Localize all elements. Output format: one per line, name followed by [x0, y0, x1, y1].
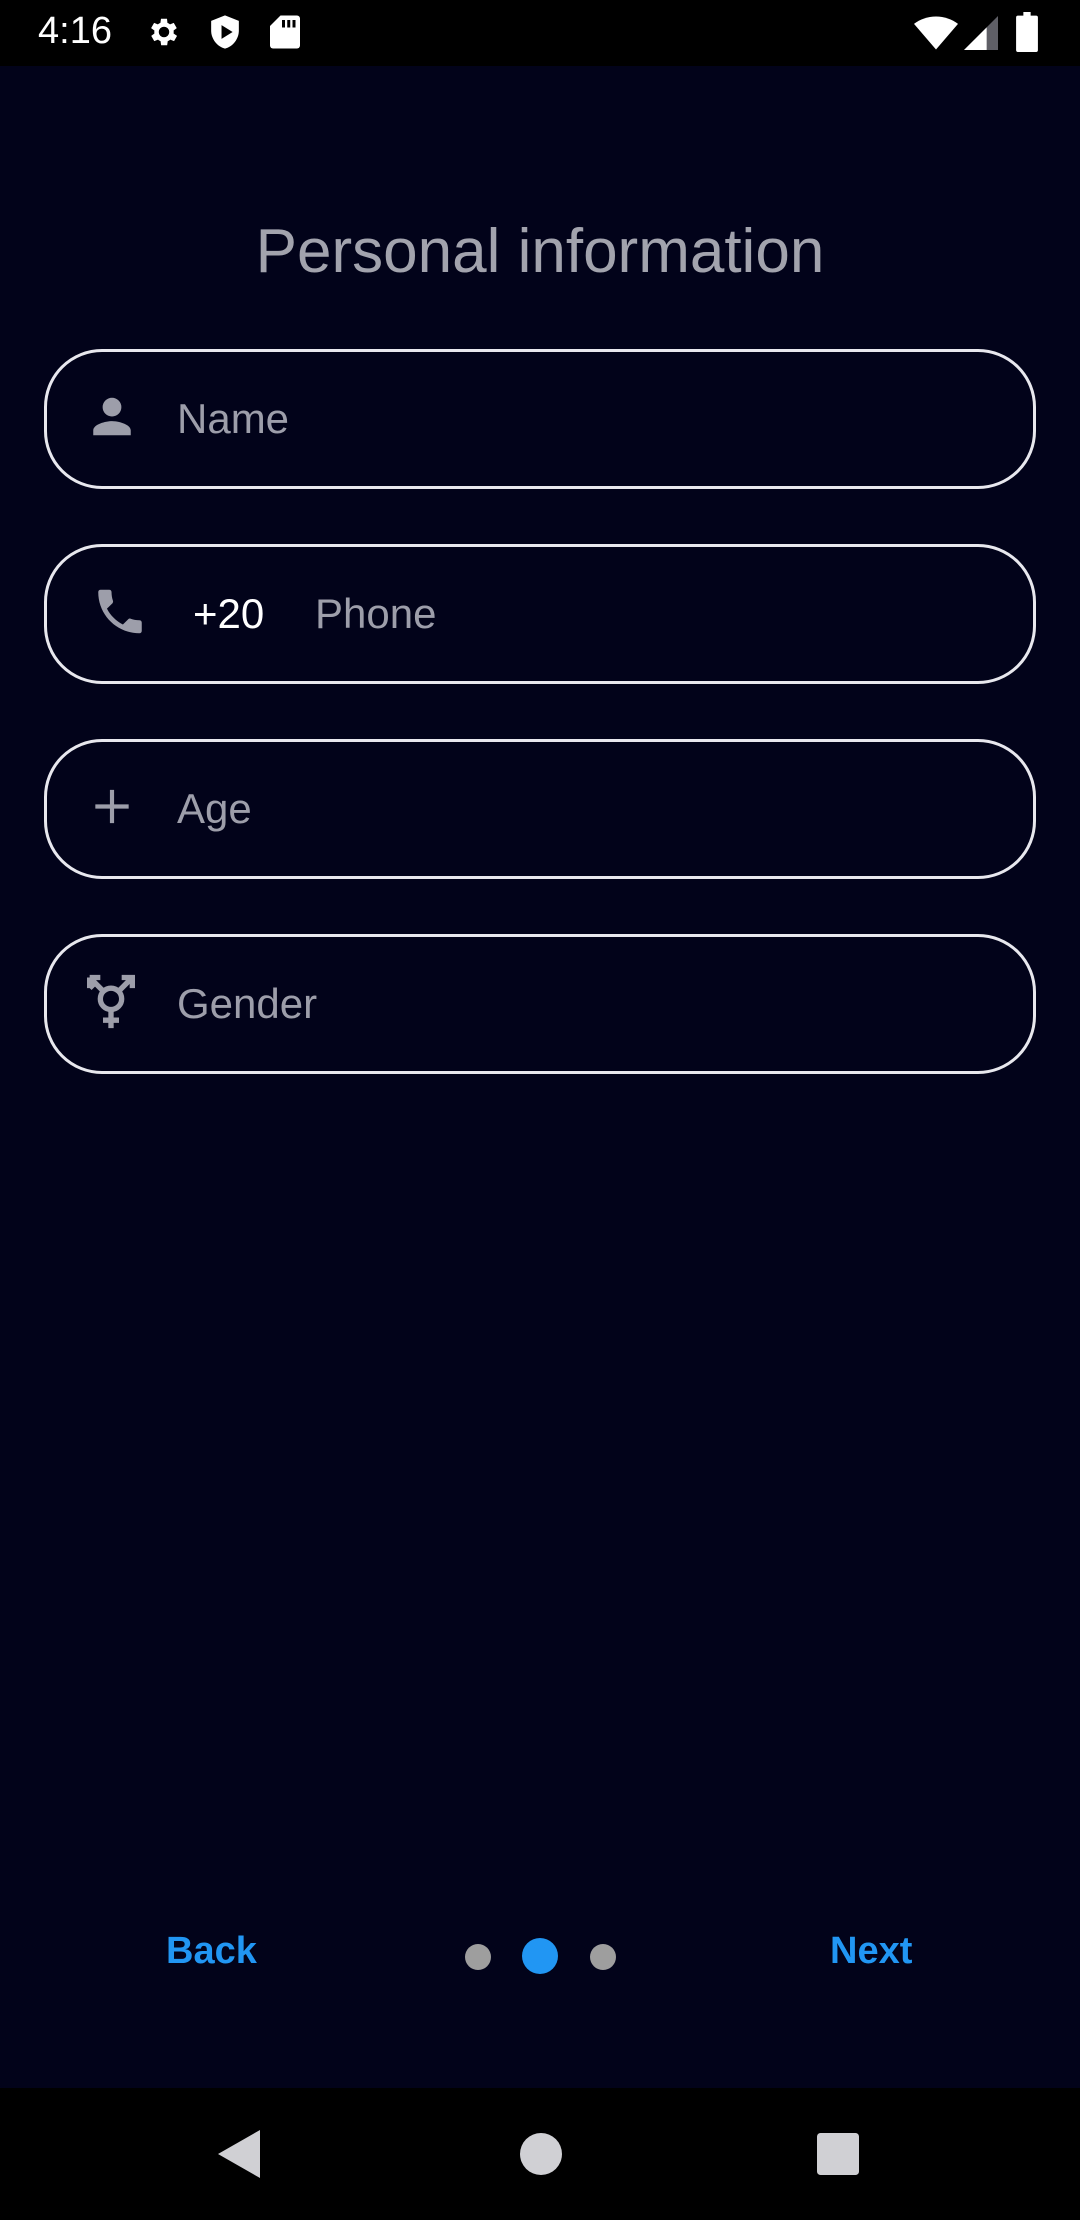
- battery-icon: [1016, 12, 1038, 57]
- screen: 4:16 Personal information Name +20 Phone…: [0, 0, 1080, 2220]
- sd-card-icon: [270, 14, 300, 55]
- recents-square-icon[interactable]: [817, 2133, 859, 2180]
- status-bar: 4:16: [0, 0, 1080, 66]
- phone-placeholder: Phone: [315, 590, 437, 637]
- plus-icon: [87, 782, 137, 837]
- age-placeholder: Age: [177, 785, 252, 832]
- page-dot-1: [465, 1944, 491, 1970]
- name-placeholder: Name: [177, 395, 290, 442]
- page-title: Personal information: [255, 217, 825, 286]
- shield-play-icon: [208, 14, 242, 55]
- cell-signal-icon: [964, 16, 998, 55]
- home-circle-icon[interactable]: [520, 2133, 562, 2180]
- gender-icon: [79, 970, 143, 1039]
- next-button[interactable]: Next: [830, 1930, 912, 1973]
- settings-icon: [146, 14, 182, 55]
- wifi-icon: [914, 16, 958, 55]
- system-nav-bar: [0, 2088, 1080, 2220]
- status-time: 4:16: [38, 10, 112, 52]
- page-dot-2-active: [522, 1938, 558, 1974]
- name-field[interactable]: Name: [44, 349, 1036, 489]
- page-dot-3: [590, 1944, 616, 1970]
- phone-field[interactable]: +20 Phone: [44, 544, 1036, 684]
- phone-icon: [91, 583, 149, 646]
- back-button[interactable]: Back: [166, 1930, 257, 1973]
- gender-field[interactable]: Gender: [44, 934, 1036, 1074]
- gender-placeholder: Gender: [177, 980, 318, 1027]
- person-icon: [87, 392, 137, 447]
- phone-country-code[interactable]: +20: [193, 590, 264, 638]
- age-field[interactable]: Age: [44, 739, 1036, 879]
- back-triangle-icon[interactable]: [218, 2130, 260, 2183]
